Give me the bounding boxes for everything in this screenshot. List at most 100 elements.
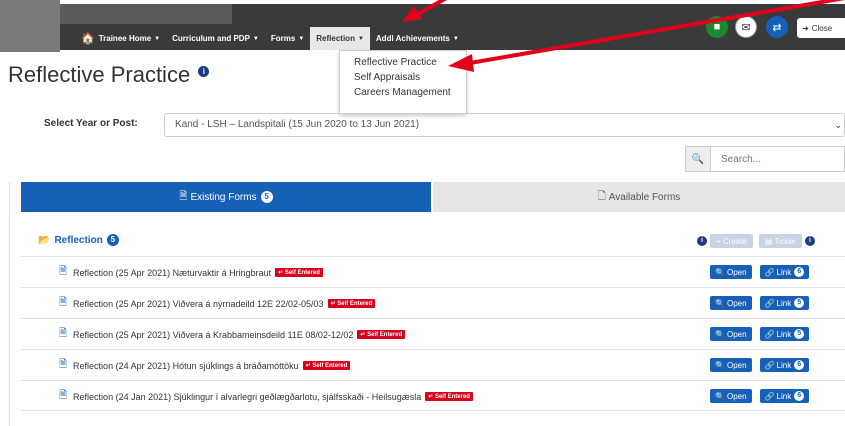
link-icon: 🔗 [764, 329, 775, 339]
badge-label: Self Entered [337, 301, 373, 307]
table-row: 🗎 Reflection (25 Apr 2021) Næturvaktir á… [21, 256, 845, 287]
link-count-badge: 6 [794, 391, 805, 401]
nav-item-curriculum[interactable]: Curriculum and PDP ▼ [166, 27, 265, 50]
tab-label: Available Forms [608, 191, 681, 203]
info-icon[interactable]: i [697, 236, 707, 246]
open-label: Open [726, 329, 747, 339]
page-title-text: Reflective Practice [8, 62, 191, 87]
file-text-icon: 🗎 [59, 266, 68, 277]
file-text-icon: 🗎 [59, 328, 68, 339]
link-count-badge: 6 [794, 267, 805, 277]
nav-item-addl-achievements[interactable]: Addl Achievements ▼ [370, 27, 465, 50]
nav-item-trainee-home[interactable]: 🏠 Trainee Home ▼ [75, 27, 166, 50]
dropdown-item-reflective-practice[interactable]: Reflective Practice [340, 55, 466, 70]
link-button[interactable]: 🔗 Link 5 [759, 327, 810, 341]
caret-down-icon: ▼ [357, 35, 364, 42]
messages-button[interactable]: ✉ [735, 16, 757, 38]
link-icon: 🔗 [764, 360, 775, 370]
sign-out-icon: ➜ [802, 23, 809, 33]
switch-button[interactable]: ⇄ [766, 16, 788, 38]
swap-arrows-icon: ⇄ [772, 21, 782, 34]
file-text-icon: 🗎 [59, 390, 68, 401]
row-title: Reflection (25 Apr 2021) Næturvaktir á H… [73, 267, 272, 278]
open-button[interactable]: 🔍 Open [710, 265, 752, 279]
close-button[interactable]: ➜ Close [797, 18, 845, 38]
reflection-folder-header[interactable]: 📂 Reflection 5 [38, 234, 119, 246]
year-post-select[interactable]: Kand - LSH – Landspitali (15 Jun 2020 to… [164, 113, 845, 137]
link-button[interactable]: 🔗 Link 6 [759, 265, 810, 279]
self-entered-badge: ↵ Self Entered [275, 268, 323, 277]
row-actions: 🔍 Open 🔗 Link 6 [710, 389, 817, 403]
link-label: Link [776, 298, 792, 308]
open-label: Open [726, 391, 747, 401]
open-button[interactable]: 🔍 Open [710, 296, 752, 310]
link-count-badge: 5 [794, 298, 805, 308]
search-icon: 🔍 [685, 146, 711, 172]
select-year-label: Select Year or Post: [44, 118, 138, 129]
info-icon[interactable]: i [804, 236, 815, 246]
badge-label: Self Entered [284, 270, 320, 276]
badge-label: Self Entered [367, 332, 403, 338]
search-icon: 🔍 [715, 267, 725, 277]
search-icon: 🔍 [715, 298, 725, 308]
document-outline-icon: 🗋 [597, 190, 606, 202]
row-content[interactable]: 🗎 Reflection (25 Apr 2021) Viðvera á Kra… [59, 319, 406, 350]
link-icon: 🔗 [764, 298, 775, 308]
row-actions: 🔍 Open 🔗 Link 5 [710, 296, 817, 310]
link-button[interactable]: 🔗 Link 6 [759, 389, 810, 403]
row-actions: 🔍 Open 🔗 Link 6 [710, 265, 817, 279]
search-icon: 🔍 [715, 391, 725, 401]
caret-down-icon: ▼ [298, 35, 305, 42]
link-button[interactable]: 🔗 Link 5 [759, 296, 810, 310]
open-button[interactable]: 🔍 Open [710, 358, 752, 372]
create-button[interactable]: + Create [710, 234, 753, 248]
open-button[interactable]: 🔍 Open [710, 327, 752, 341]
tab-available-forms[interactable]: 🗋 Available Forms [433, 182, 845, 212]
search-icon: 🔍 [715, 329, 725, 339]
ticker-button[interactable]: ▤ Ticker [758, 234, 802, 248]
caret-down-icon: ▼ [452, 35, 459, 42]
select-value: Kand - LSH – Landspitali (15 Jun 2020 to… [175, 119, 420, 130]
user-avatar-block [0, 0, 60, 52]
row-title: Reflection (24 Apr 2021) Hótun sjúklings… [73, 360, 299, 371]
link-icon: 🔗 [764, 267, 775, 277]
link-button[interactable]: 🔗 Link 6 [759, 358, 810, 372]
tab-existing-forms[interactable]: 🗎 Existing Forms 5 [21, 182, 431, 212]
caret-down-icon: ▼ [252, 35, 259, 42]
link-icon: 🔗 [764, 391, 775, 401]
link-label: Link [776, 360, 792, 370]
home-icon: 🏠 [81, 33, 95, 45]
self-entered-badge: ↵ Self Entered [327, 299, 376, 308]
nav-item-label: Trainee Home [98, 34, 152, 43]
nav-item-label: Reflection [316, 34, 355, 43]
search-input[interactable] [711, 146, 845, 172]
row-content[interactable]: 🗎 Reflection (24 Jan 2021) Sjúklingur í … [59, 381, 473, 412]
info-icon[interactable]: i [198, 66, 210, 77]
open-label: Open [726, 298, 747, 308]
open-button[interactable]: 🔍 Open [710, 389, 752, 403]
open-label: Open [726, 267, 747, 277]
self-entered-badge: ↵ Self Entered [425, 392, 473, 401]
nav-item-reflection[interactable]: Reflection ▼ [310, 27, 370, 50]
search-group: 🔍 [685, 146, 845, 172]
dropdown-item-self-appraisals[interactable]: Self Appraisals [340, 70, 466, 85]
top-header: 🏠 Trainee Home ▼ Curriculum and PDP ▼ Fo… [0, 0, 845, 52]
chevron-down-icon: ⌄ [834, 120, 842, 130]
navbar-strip [60, 4, 232, 24]
file-text-icon: 🗎 [59, 297, 68, 308]
notification-button[interactable]: ■ [706, 16, 728, 38]
row-content[interactable]: 🗎 Reflection (24 Apr 2021) Hótun sjúklin… [59, 350, 351, 381]
page-title: Reflective Practice i [8, 62, 210, 88]
row-content[interactable]: 🗎 Reflection (25 Apr 2021) Næturvaktir á… [59, 257, 323, 288]
link-count-badge: 6 [794, 360, 805, 370]
row-content[interactable]: 🗎 Reflection (25 Apr 2021) Viðvera á nýr… [59, 288, 376, 319]
nav-item-forms[interactable]: Forms ▼ [265, 27, 310, 50]
dropdown-item-careers-management[interactable]: Careers Management [340, 85, 466, 100]
self-entered-badge: ↵ Self Entered [302, 361, 351, 370]
folder-open-icon: 📂 [38, 234, 51, 246]
nav-item-label: Addl Achievements [375, 34, 450, 43]
search-icon: 🔍 [715, 360, 725, 370]
link-count-badge: 5 [794, 329, 805, 339]
caret-down-icon: ▼ [154, 35, 161, 42]
table-row: 🗎 Reflection (24 Jan 2021) Sjúklingur í … [21, 380, 845, 411]
